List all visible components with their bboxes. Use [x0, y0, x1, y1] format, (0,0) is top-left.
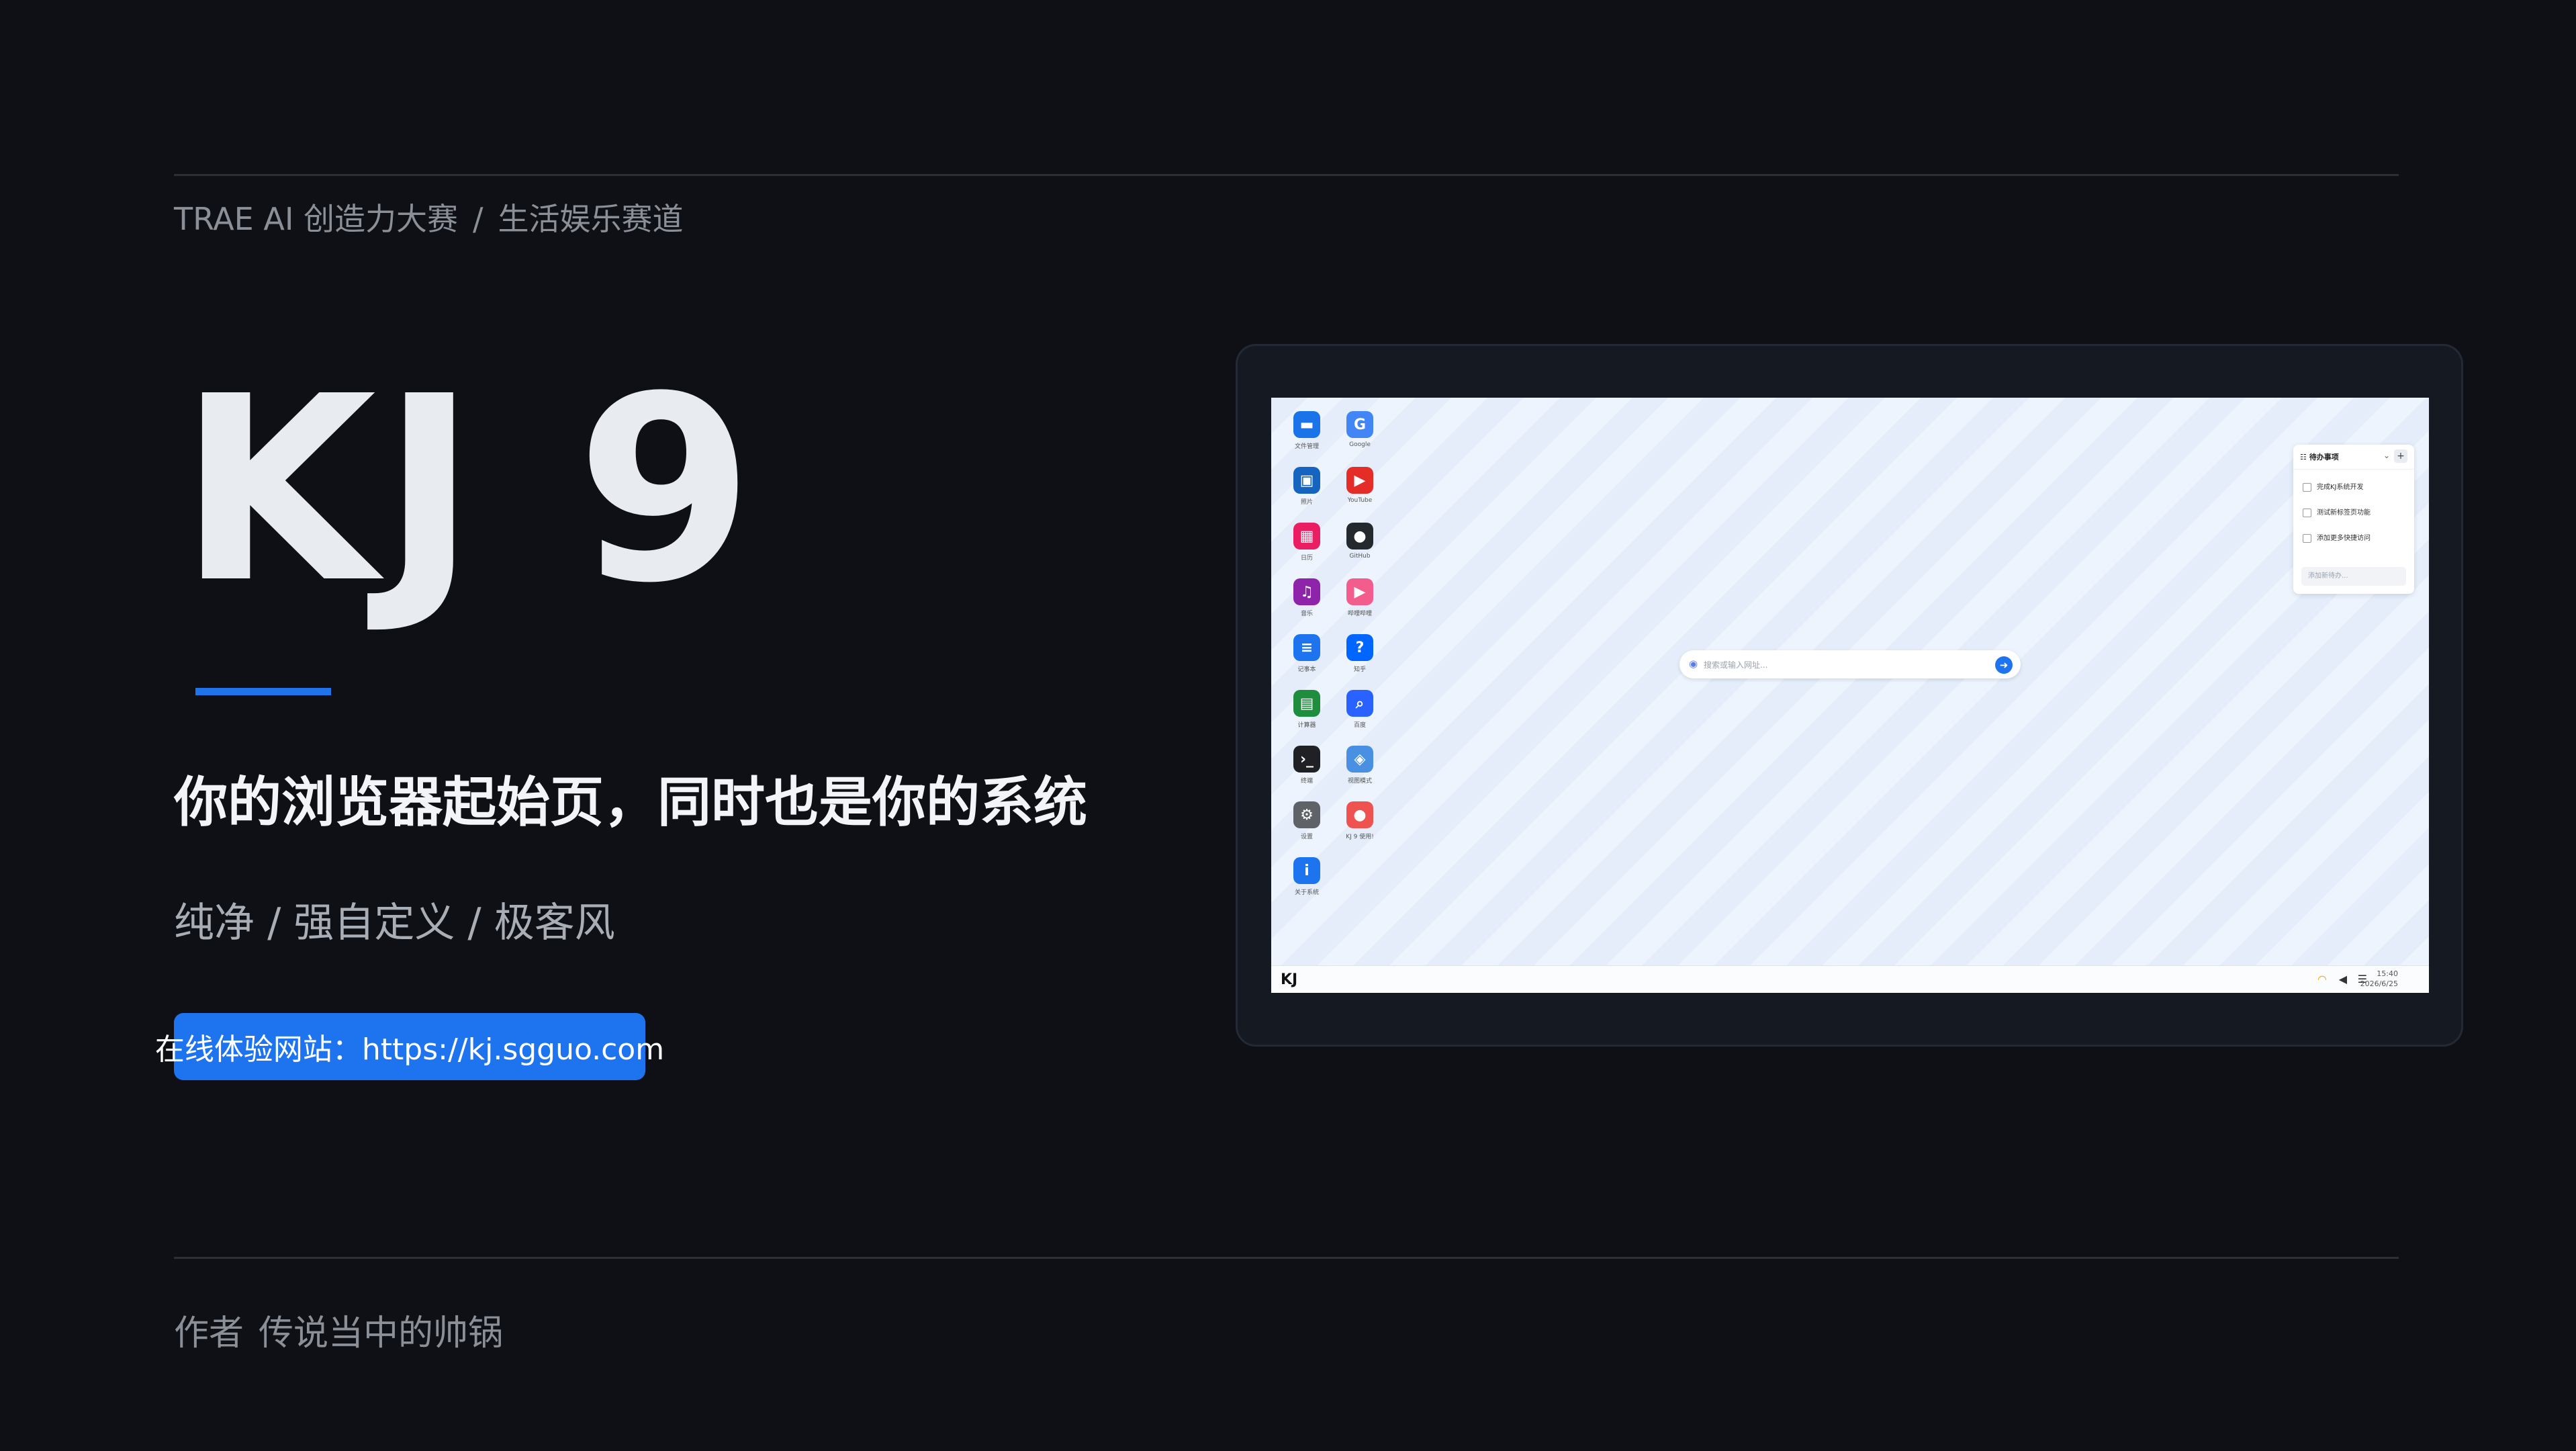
github-icon[interactable]: ●: [1346, 523, 1373, 549]
track-name: 生活娱乐赛道: [498, 201, 684, 237]
desktop-app[interactable]: ● GitHub: [1333, 523, 1387, 560]
photos-icon[interactable]: ▣: [1293, 467, 1320, 494]
divider: [2293, 469, 2414, 470]
kj9-app-icon[interactable]: ●: [1346, 801, 1373, 828]
desktop-app[interactable]: i 关于系统: [1280, 857, 1334, 896]
feature-list: 纯净 / 强自定义 / 极客风: [174, 899, 615, 947]
view-mode-icon[interactable]: ◈: [1346, 746, 1373, 773]
clock-date: 2026/6/25: [2360, 979, 2398, 988]
search-bar[interactable]: ◉ 搜索或输入网址... ➜: [1680, 650, 2021, 678]
taskbar: KJ ◠ ◀ ☰ 15:40 2026/6/25: [1271, 965, 2429, 993]
bottom-divider: [174, 1257, 2399, 1259]
try-online-button[interactable]: 在线体验网站：https://kj.sgguo.com: [155, 1013, 664, 1080]
desktop-app[interactable]: ▦ 日历: [1280, 523, 1334, 562]
music-icon[interactable]: ♫: [1293, 578, 1320, 605]
desktop-app-label: YouTube: [1347, 497, 1373, 504]
add-todo-button[interactable]: +: [2394, 449, 2407, 463]
zhihu-icon[interactable]: ?: [1346, 634, 1373, 661]
checkbox[interactable]: [2303, 482, 2311, 492]
todo-item[interactable]: 添加更多快捷访问: [2303, 532, 2371, 543]
desktop-app-label: 终端: [1300, 778, 1313, 785]
desktop-app[interactable]: ▣ 照片: [1280, 467, 1334, 506]
desktop-app-label: KJ 9 使用!: [1346, 834, 1374, 840]
desktop-app-label: GitHub: [1349, 553, 1371, 560]
desktop-app-label: 百度: [1353, 722, 1366, 729]
checkbox[interactable]: [2303, 533, 2311, 543]
desktop-app[interactable]: ≡ 记事本: [1280, 634, 1334, 673]
desktop-app[interactable]: ›_ 终端: [1280, 746, 1334, 785]
desktop-app-label: 照片: [1300, 499, 1313, 506]
volume-icon[interactable]: ◀: [2339, 973, 2347, 985]
product-title: KJ 9: [179, 341, 760, 639]
search-engine-icon[interactable]: ◉: [1689, 658, 1698, 670]
desktop-app[interactable]: ▶ 哔哩哔哩: [1333, 578, 1387, 617]
wifi-icon[interactable]: ◠: [2317, 973, 2327, 985]
desktop-app[interactable]: ⌕ 百度: [1333, 690, 1387, 729]
desktop-app[interactable]: ? 知乎: [1333, 634, 1387, 673]
desktop-app-label: Google: [1349, 441, 1371, 448]
todo-input[interactable]: 添加新待办...: [2301, 567, 2406, 586]
desktop-app[interactable]: ▶ YouTube: [1333, 467, 1387, 504]
author-name: 传说当中的帅锅: [259, 1313, 504, 1354]
todo-widget: ☷ 待办事项 ⌄ + 完成KJ系统开发 测试新标签页功能 添加更多快捷访问 添加…: [2293, 445, 2414, 594]
desktop-app-label: 设置: [1300, 834, 1313, 840]
author-label: 作者: [174, 1313, 244, 1354]
youtube-icon[interactable]: ▶: [1346, 467, 1373, 494]
notepad-icon[interactable]: ≡: [1293, 634, 1320, 661]
baidu-search-icon[interactable]: ⌕: [1346, 690, 1373, 717]
breadcrumb-separator: /: [473, 201, 484, 237]
calculator-icon[interactable]: ▤: [1293, 690, 1320, 717]
desktop-app-label: 视图模式: [1347, 778, 1372, 785]
desktop-app[interactable]: ⚙ 设置: [1280, 801, 1334, 840]
desktop-app-label: 日历: [1300, 555, 1313, 562]
clock: 15:40 2026/6/25: [2360, 969, 2398, 989]
todo-item[interactable]: 测试新标签页功能: [2303, 507, 2371, 517]
clock-time: 15:40: [2377, 969, 2398, 978]
title-accent-bar: [195, 688, 331, 695]
desktop-app-label: 记事本: [1297, 666, 1316, 673]
start-button[interactable]: KJ: [1281, 971, 1297, 988]
desktop-app[interactable]: ▤ 计算器: [1280, 690, 1334, 729]
todo-title: ☷ 待办事项: [2300, 453, 2339, 461]
author-credit: 作者 传说当中的帅锅: [174, 1305, 503, 1355]
info-icon[interactable]: i: [1293, 857, 1320, 884]
event-name: TRAE AI 创造力大赛: [174, 201, 459, 237]
desktop-app-label: 音乐: [1300, 611, 1313, 617]
desktop-app[interactable]: ♫ 音乐: [1280, 578, 1334, 617]
desktop-app[interactable]: ◈ 视图模式: [1333, 746, 1387, 785]
folder-icon[interactable]: ▬: [1293, 411, 1320, 438]
search-go-icon[interactable]: ➜: [1995, 656, 2013, 674]
desktop-app[interactable]: ▬ 文件管理: [1280, 411, 1334, 450]
gear-icon[interactable]: ⚙: [1293, 801, 1320, 828]
desktop-app[interactable]: G Google: [1333, 411, 1387, 448]
checkbox[interactable]: [2303, 508, 2311, 517]
desktop-screenshot: ▬ 文件管理 ▣ 照片 ▦ 日历 ♫ 音乐 ≡ 记事本 ▤ 计算器 ›_ 终端 ⚙ 设置 i 关于系统 G Googl…: [1271, 398, 2429, 993]
terminal-icon[interactable]: ›_: [1293, 746, 1320, 773]
desktop-app-label: 关于系统: [1294, 889, 1319, 896]
calendar-icon[interactable]: ▦: [1293, 523, 1320, 549]
chevron-down-icon[interactable]: ⌄: [2383, 451, 2390, 460]
search-input[interactable]: 搜索或输入网址...: [1704, 659, 1767, 670]
desktop-app-label: 知乎: [1353, 666, 1366, 673]
breadcrumb: TRAE AI 创造力大赛 / 生活娱乐赛道: [174, 195, 684, 239]
desktop-app[interactable]: ● KJ 9 使用!: [1333, 801, 1387, 840]
tagline: 你的浏览器起始页，同时也是你的系统: [174, 771, 1087, 834]
bilibili-icon[interactable]: ▶: [1346, 578, 1373, 605]
todo-item[interactable]: 完成KJ系统开发: [2303, 481, 2364, 492]
list-icon: ☷: [2300, 453, 2309, 461]
desktop-app-label: 计算器: [1297, 722, 1316, 729]
desktop-app-label: 文件管理: [1294, 443, 1319, 450]
top-divider: [174, 174, 2399, 176]
desktop-app-label: 哔哩哔哩: [1347, 611, 1372, 617]
google-icon[interactable]: G: [1346, 411, 1373, 438]
